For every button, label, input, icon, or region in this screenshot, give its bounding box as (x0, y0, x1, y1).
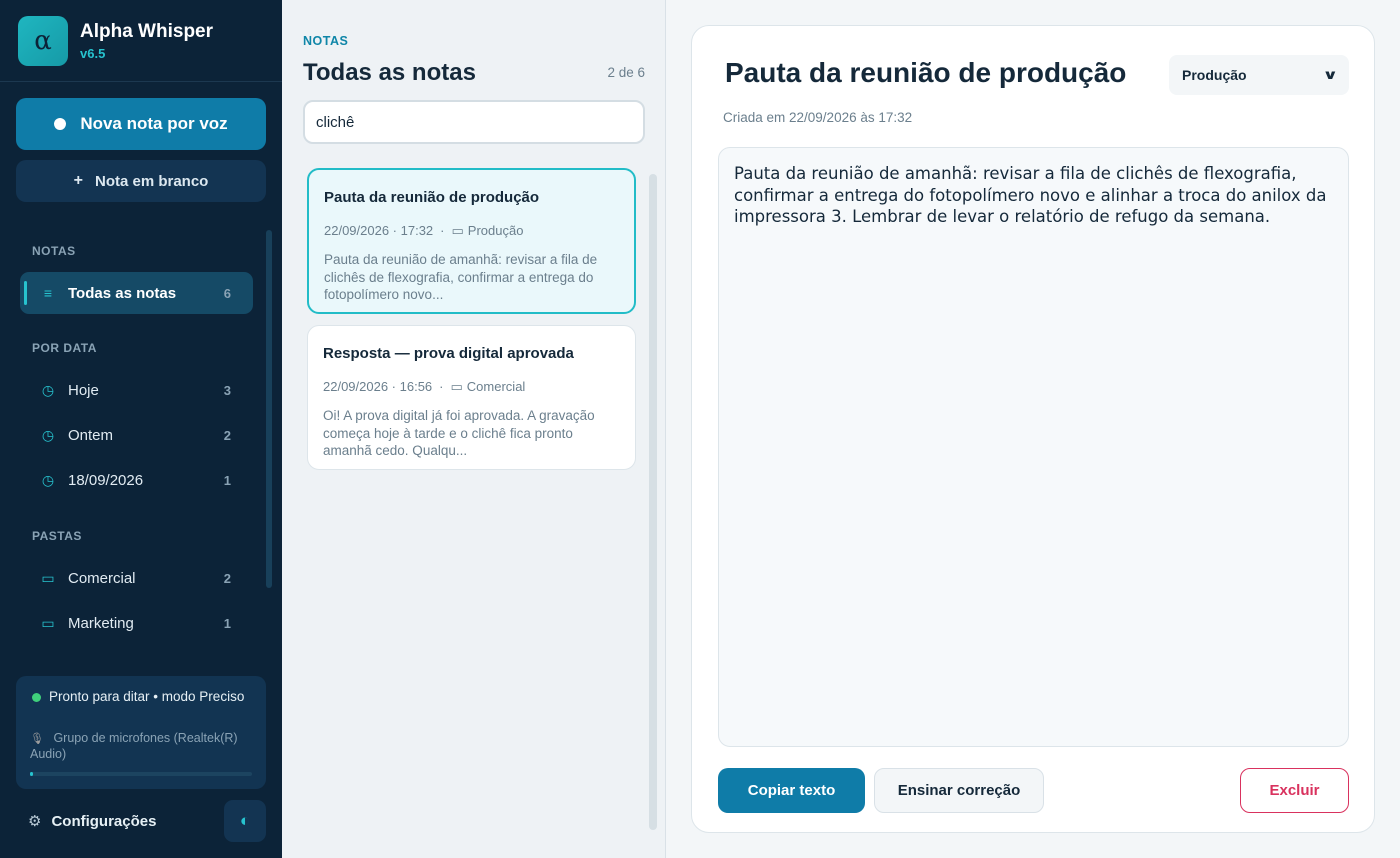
new-voice-note-label: Nova nota por voz (80, 114, 228, 133)
active-indicator (24, 281, 27, 305)
list-eyebrow: NOTAS (303, 34, 349, 48)
app-logo: α (18, 16, 68, 66)
note-body-editor[interactable]: Pauta da reunião de amanhã: revisar a fi… (718, 147, 1349, 747)
note-detail-title[interactable]: Pauta da reunião de produção (725, 57, 1126, 89)
note-folder: Comercial (466, 379, 526, 394)
search-input[interactable] (303, 100, 645, 144)
status-dot-icon (32, 693, 41, 702)
section-label-folders: PASTAS (32, 529, 82, 543)
sidebar-item-today[interactable]: ◷ Hoje 3 (20, 369, 253, 411)
sidebar-item-folder-marketing[interactable]: ▭ Marketing 1 (20, 602, 253, 644)
section-label-notes: NOTAS (32, 244, 76, 258)
sidebar-item-yesterday[interactable]: ◷ Ontem 2 (20, 414, 253, 456)
audio-level-meter (30, 772, 252, 776)
sidebar-item-count: 1 (223, 615, 231, 631)
sidebar-item-label: Marketing (68, 614, 134, 632)
clock-icon: ◷ (41, 426, 55, 443)
settings-button[interactable]: ⚙ Configurações (28, 808, 156, 834)
sidebar-item-count: 2 (223, 427, 231, 443)
divider (0, 81, 282, 82)
list-icon: ≡ (43, 285, 53, 301)
clock-icon: ◷ (41, 471, 55, 488)
blank-note-label: Nota em branco (94, 172, 209, 190)
list-count: 2 de 6 (607, 65, 645, 80)
sidebar-item-count: 6 (223, 285, 231, 301)
note-title: Resposta — prova digital aprovada (323, 345, 574, 362)
sidebar-item-count: 3 (223, 382, 231, 398)
status-text: Pronto para ditar • modo Preciso (49, 689, 245, 704)
sidebar-item-count: 2 (223, 570, 231, 586)
section-label-by-date: POR DATA (32, 341, 97, 355)
theme-toggle-button[interactable]: ◐ (224, 800, 266, 842)
folder-select[interactable]: Produção ∨ (1169, 55, 1349, 95)
contrast-icon: ◐ (239, 811, 251, 830)
clock-icon: ◷ (41, 381, 55, 398)
sidebar-item-count: 1 (223, 472, 231, 488)
sidebar-item-folder-comercial[interactable]: ▭ Comercial 2 (20, 557, 253, 599)
audio-level-fill (30, 772, 34, 776)
list-scrollbar[interactable] (649, 174, 657, 830)
sidebar-item-label: 18/09/2026 (68, 471, 144, 489)
note-detail-panel: Pauta da reunião de produção Produção ∨ … (691, 25, 1375, 833)
note-card[interactable]: Resposta — prova digital aprovada 22/09/… (307, 325, 636, 470)
sidebar-item-label: Todas as notas (68, 284, 177, 302)
note-excerpt: Pauta da reunião de amanhã: revisar a fi… (324, 252, 598, 302)
sidebar-item-all-notes[interactable]: ≡ Todas as notas 6 (20, 272, 253, 314)
delete-button[interactable]: Excluir (1240, 768, 1349, 813)
sidebar-item-label: Ontem (68, 426, 114, 444)
copy-text-button[interactable]: Copiar texto (718, 768, 865, 813)
settings-label: Configurações (51, 812, 157, 830)
folder-icon: ▭ (41, 614, 55, 631)
sidebar-item-label: Hoje (68, 381, 99, 399)
meta-separator: · (440, 223, 445, 238)
sidebar: α Alpha Whisper v6.5 Nova nota por voz +… (0, 0, 282, 858)
folder-select-value: Produção (1182, 67, 1247, 83)
brand: α Alpha Whisper v6.5 (18, 16, 213, 66)
note-date: 22/09/2026 · 16:56 (323, 379, 433, 394)
new-voice-note-button[interactable]: Nova nota por voz (16, 98, 266, 150)
note-meta: 22/09/2026 · 16:56 · ▭ Comercial (323, 379, 525, 395)
microphone-name: Grupo de microfones (Realtek(R) Audio) (30, 731, 238, 761)
chevron-down-icon: ∨ (1322, 67, 1339, 82)
folder-icon: ▭ (450, 379, 463, 394)
microphone-icon: 🎙 (30, 733, 44, 745)
sidebar-scrollbar[interactable] (266, 230, 272, 588)
app-version: v6.5 (80, 46, 106, 61)
note-excerpt: Oi! A prova digital já foi aprovada. A g… (323, 408, 595, 458)
folder-icon: ▭ (451, 223, 464, 238)
list-title: Todas as notas (303, 59, 476, 86)
meta-separator: · (439, 379, 444, 394)
gear-icon: ⚙ (28, 813, 42, 830)
blank-note-button[interactable]: + Nota em branco (16, 160, 266, 202)
note-created-date: Criada em 22/09/2026 às 17:32 (723, 110, 913, 125)
note-meta: 22/09/2026 · 17:32 · ▭ Produção (324, 223, 523, 239)
note-folder: Produção (467, 223, 524, 238)
record-dot-icon (54, 118, 67, 130)
plus-icon: + (73, 172, 83, 189)
dictation-status-card: Pronto para ditar • modo Preciso 🎙 Grupo… (16, 676, 266, 789)
sidebar-item-label: Comercial (68, 569, 136, 587)
sidebar-item-date[interactable]: ◷ 18/09/2026 1 (20, 459, 253, 501)
note-card[interactable]: Pauta da reunião de produção 22/09/2026 … (307, 168, 636, 314)
teach-correction-button[interactable]: Ensinar correção (874, 768, 1044, 813)
note-title: Pauta da reunião de produção (324, 189, 540, 206)
note-date: 22/09/2026 · 17:32 (324, 223, 434, 238)
notes-list-panel: NOTAS Todas as notas 2 de 6 Pauta da reu… (282, 0, 666, 858)
folder-icon: ▭ (41, 569, 55, 586)
app-name: Alpha Whisper (80, 21, 214, 42)
